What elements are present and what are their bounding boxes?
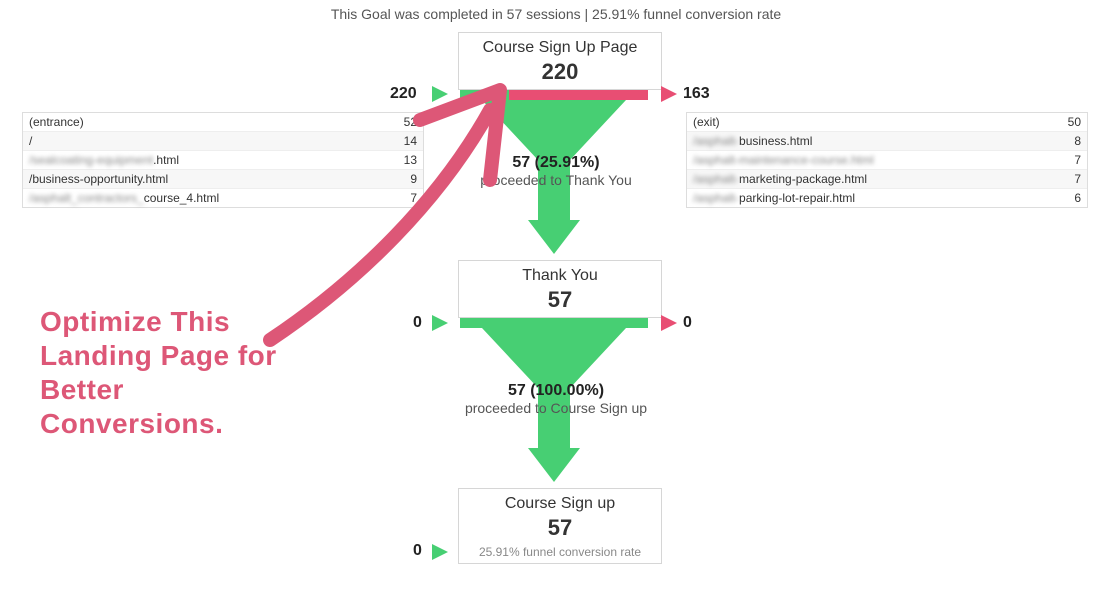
callout-text: Optimize This Landing Page for Better Co… xyxy=(40,306,277,439)
triangle-right-icon xyxy=(432,315,448,331)
row-label: /business-opportunity.html xyxy=(29,172,168,186)
row-label: /asphalt_contractors_course_4.html xyxy=(29,191,219,205)
step-3-in-count: 0 xyxy=(413,542,422,560)
row-value: 14 xyxy=(404,134,417,148)
step-2-proceed-label: 57 (100.00%) proceeded to Course Sign up xyxy=(456,382,656,416)
step-1-split-bar xyxy=(460,90,648,100)
step-3-count: 57 xyxy=(465,515,655,541)
table-row: /asphalt-marketing-package.html 7 xyxy=(687,170,1087,189)
page-summary: This Goal was completed in 57 sessions |… xyxy=(0,6,1112,22)
funnel-step-2: Thank You 57 xyxy=(458,260,662,318)
row-label: /asphalt-business.html xyxy=(693,134,812,148)
row-label: (entrance) xyxy=(29,115,84,129)
table-row: (exit) 50 xyxy=(687,113,1087,132)
triangle-right-icon xyxy=(661,86,677,102)
table-row: /asphalt-parking-lot-repair.html 6 xyxy=(687,189,1087,207)
step-1-in-count: 220 xyxy=(390,85,417,103)
step-2-proceed-pct: 100.00% xyxy=(536,382,599,399)
step-1-count: 220 xyxy=(465,59,655,85)
row-value: 8 xyxy=(1074,134,1081,148)
step-2-split-bar xyxy=(460,318,648,328)
step-2-count: 57 xyxy=(465,287,655,313)
row-value: 52 xyxy=(404,115,417,129)
row-value: 13 xyxy=(404,153,417,167)
step-2-title: Thank You xyxy=(465,267,655,285)
table-row: /business-opportunity.html 9 xyxy=(23,170,423,189)
step-3-sub: 25.91% funnel conversion rate xyxy=(465,545,655,559)
step-3-title: Course Sign up xyxy=(465,495,655,513)
funnel-step-1: Course Sign Up Page 220 xyxy=(458,32,662,90)
entrance-pages-table: (entrance) 52 / 14/sealcoating-equipment.ht… xyxy=(22,112,424,208)
row-label: (exit) xyxy=(693,115,720,129)
annotation-callout: Optimize This Landing Page for Better Co… xyxy=(40,305,300,441)
table-row: /sealcoating-equipment.html 13 xyxy=(23,151,423,170)
row-value: 9 xyxy=(410,172,417,186)
triangle-right-icon xyxy=(661,315,677,331)
row-label: /sealcoating-equipment.html xyxy=(29,153,179,167)
step-2-proceed-text: proceeded to Course Sign up xyxy=(465,400,647,416)
row-label: / xyxy=(29,134,32,148)
step-1-proceed-n: 57 xyxy=(512,154,530,171)
funnel-step-3: Course Sign up 57 25.91% funnel conversi… xyxy=(458,488,662,564)
row-value: 7 xyxy=(410,191,417,205)
row-value: 7 xyxy=(1074,153,1081,167)
exit-pages-table: (exit) 50/asphalt-business.html 8/asphalt-… xyxy=(686,112,1088,208)
row-label: /asphalt-marketing-package.html xyxy=(693,172,867,186)
step-1-proceed-label: 57 (25.91%) proceeded to Thank You xyxy=(456,154,656,188)
row-value: 7 xyxy=(1074,172,1081,186)
table-row: (entrance) 52 xyxy=(23,113,423,132)
step-2-out-count: 0 xyxy=(683,314,692,332)
step-1-proceed-text: proceeded to Thank You xyxy=(480,172,632,188)
table-row: /asphalt-business.html 8 xyxy=(687,132,1087,151)
step-1-title: Course Sign Up Page xyxy=(465,39,655,57)
row-label: /asphalt-maintenance-course.html xyxy=(693,153,874,167)
row-label: /asphalt-parking-lot-repair.html xyxy=(693,191,855,205)
triangle-right-icon xyxy=(432,86,448,102)
step-2-proceed-n: 57 xyxy=(508,382,526,399)
table-row: / 14 xyxy=(23,132,423,151)
table-row: /asphalt-maintenance-course.html 7 xyxy=(687,151,1087,170)
table-row: /asphalt_contractors_course_4.html 7 xyxy=(23,189,423,207)
row-value: 6 xyxy=(1074,191,1081,205)
summary-text: This Goal was completed in 57 sessions |… xyxy=(331,6,781,22)
row-value: 50 xyxy=(1068,115,1081,129)
step-1-proceed-pct: 25.91% xyxy=(540,154,594,171)
step-2-in-count: 0 xyxy=(413,314,422,332)
step-1-out-count: 163 xyxy=(683,85,710,103)
triangle-right-icon xyxy=(432,544,448,560)
